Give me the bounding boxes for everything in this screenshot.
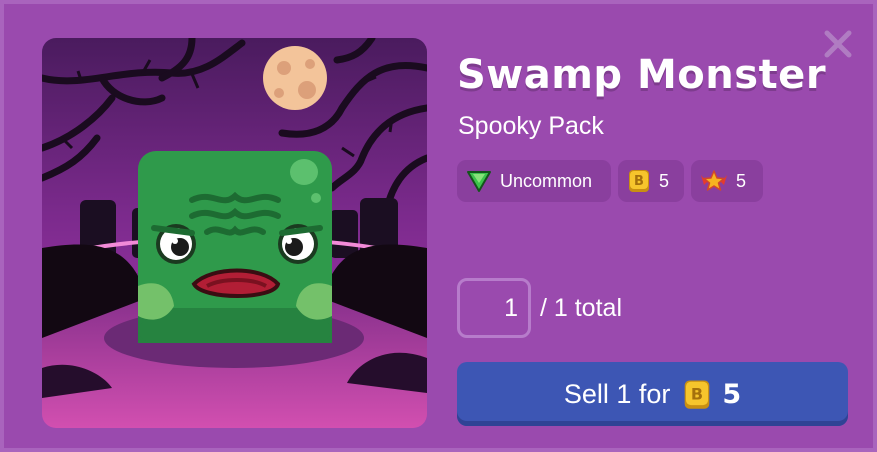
sell-amount: 5	[722, 378, 742, 410]
svg-text:B: B	[691, 385, 703, 404]
moon-icon	[263, 46, 327, 110]
sell-button[interactable]: Sell 1 for B 5	[457, 362, 848, 426]
item-detail-modal: Swamp Monster Spooky Pack Uncommon B 5 5…	[0, 0, 877, 452]
swamp-monster-icon	[138, 151, 332, 343]
green-gem-icon	[467, 171, 491, 192]
close-icon	[824, 30, 852, 58]
close-button[interactable]	[822, 28, 854, 60]
rarity-label: Uncommon	[500, 170, 593, 191]
token-icon: B	[629, 170, 649, 192]
quantity-total: / 1 total	[540, 294, 622, 322]
value-label: 5	[659, 170, 670, 191]
quantity-input[interactable]: 1	[457, 278, 531, 338]
quantity-value: 1	[504, 293, 518, 322]
svg-text:B: B	[634, 174, 644, 189]
rarity-badge: Uncommon	[457, 160, 611, 202]
value-badge: B 5	[618, 160, 684, 202]
xp-label: 5	[736, 170, 747, 191]
item-name: Swamp Monster	[457, 52, 827, 98]
star-icon	[701, 170, 727, 191]
token-icon: B	[685, 380, 710, 409]
xp-badge: 5	[691, 160, 763, 202]
sell-label: Sell 1 for	[563, 378, 671, 409]
item-artwork	[42, 38, 427, 428]
item-pack: Spooky Pack	[458, 112, 604, 140]
